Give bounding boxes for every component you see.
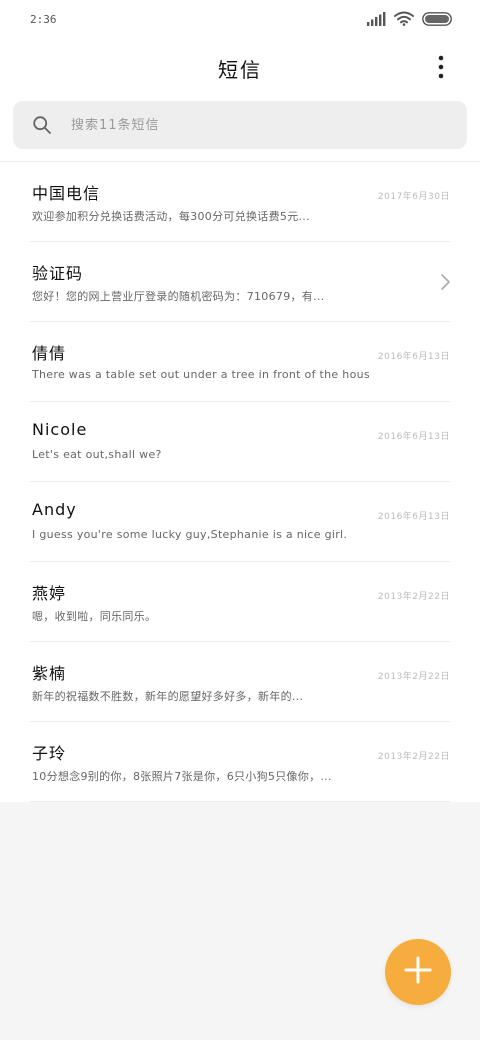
more-options-button[interactable] xyxy=(430,55,452,83)
conversation-preview: Let's eat out,shall we? xyxy=(32,448,162,461)
conversation-item[interactable]: 燕婷 2013年2月22日 嗯，收到啦，同乐同乐。 xyxy=(30,562,450,642)
conversation-item[interactable]: 子玲 2013年2月22日 10分想念9别的你，8张照片7张是你，6只小狗5只像… xyxy=(30,722,450,802)
conversation-name: 倩倩 xyxy=(32,344,67,363)
conversation-date: 2013年2月22日 xyxy=(377,672,450,682)
conversation-name: 中国电信 xyxy=(32,184,101,203)
conversation-date: 2016年6月13日 xyxy=(377,512,450,522)
app-header: 短信 xyxy=(0,40,480,96)
status-time: 2:36 xyxy=(30,13,57,26)
conversation-item[interactable]: 验证码 您好！您的网上营业厅登录的随机密码为：710679，有... xyxy=(30,242,450,322)
conversation-item[interactable]: 中国电信 2017年6月30日 欢迎参加积分兑换话费活动，每300分可兑换话费5… xyxy=(30,162,450,242)
conversation-name: 燕婷 xyxy=(32,584,67,603)
conversation-item[interactable]: Andy 2016年6月13日 I guess you're some luck… xyxy=(30,482,450,562)
conversation-preview: 嗯，收到啦，同乐同乐。 xyxy=(32,610,157,623)
conversation-preview: There was a table set out under a tree i… xyxy=(32,368,370,381)
conversation-item[interactable]: 倩倩 2016年6月13日 There was a table set out … xyxy=(30,322,450,402)
status-bar: 2:36 xyxy=(0,0,480,40)
status-icons xyxy=(367,11,452,30)
battery-icon xyxy=(422,11,452,30)
conversation-name: Nicole xyxy=(32,420,88,439)
conversation-date: 2013年2月22日 xyxy=(377,592,450,602)
more-vertical-icon xyxy=(438,55,444,83)
conversation-preview: 10分想念9别的你，8张照片7张是你，6只小狗5只像你，... xyxy=(32,770,332,783)
conversation-name: Andy xyxy=(32,500,77,519)
conversation-name: 验证码 xyxy=(32,264,84,283)
conversation-preview: I guess you're some lucky guy,Stephanie … xyxy=(32,528,348,541)
conversation-preview: 新年的祝福数不胜数，新年的愿望好多好多，新年的... xyxy=(32,690,304,703)
page-title: 短信 xyxy=(218,58,262,82)
conversation-date: 2016年6月13日 xyxy=(377,432,450,442)
conversation-name: 子玲 xyxy=(32,744,67,763)
chevron-right-icon xyxy=(440,273,452,291)
search-input[interactable] xyxy=(69,116,433,134)
wifi-icon xyxy=(394,11,414,30)
new-message-button[interactable] xyxy=(385,939,451,1005)
conversation-date: 2013年2月22日 xyxy=(377,752,450,762)
conversation-preview: 欢迎参加积分兑换话费活动，每300分可兑换话费5元... xyxy=(32,210,310,223)
conversation-name: 紫楠 xyxy=(32,664,67,683)
main-panel: 2:36 短信 搜索11条短信 中国电信 2017年6月30日 欢迎参加积分兑换… xyxy=(0,0,480,802)
search-bar[interactable] xyxy=(13,101,467,149)
conversation-date: 2016年6月13日 xyxy=(377,352,450,362)
conversation-item[interactable]: 紫楠 2013年2月22日 新年的祝福数不胜数，新年的愿望好多好多，新年的... xyxy=(30,642,450,722)
signal-icon xyxy=(367,11,386,30)
search-icon xyxy=(31,114,53,136)
conversation-preview: 您好！您的网上营业厅登录的随机密码为：710679，有... xyxy=(32,290,325,303)
conversation-list: 中国电信 2017年6月30日 欢迎参加积分兑换话费活动，每300分可兑换话费5… xyxy=(0,161,480,802)
plus-icon xyxy=(404,956,432,988)
conversation-item[interactable]: Nicole 2016年6月13日 Let's eat out,shall we… xyxy=(30,402,450,482)
conversation-date: 2017年6月30日 xyxy=(377,192,450,202)
